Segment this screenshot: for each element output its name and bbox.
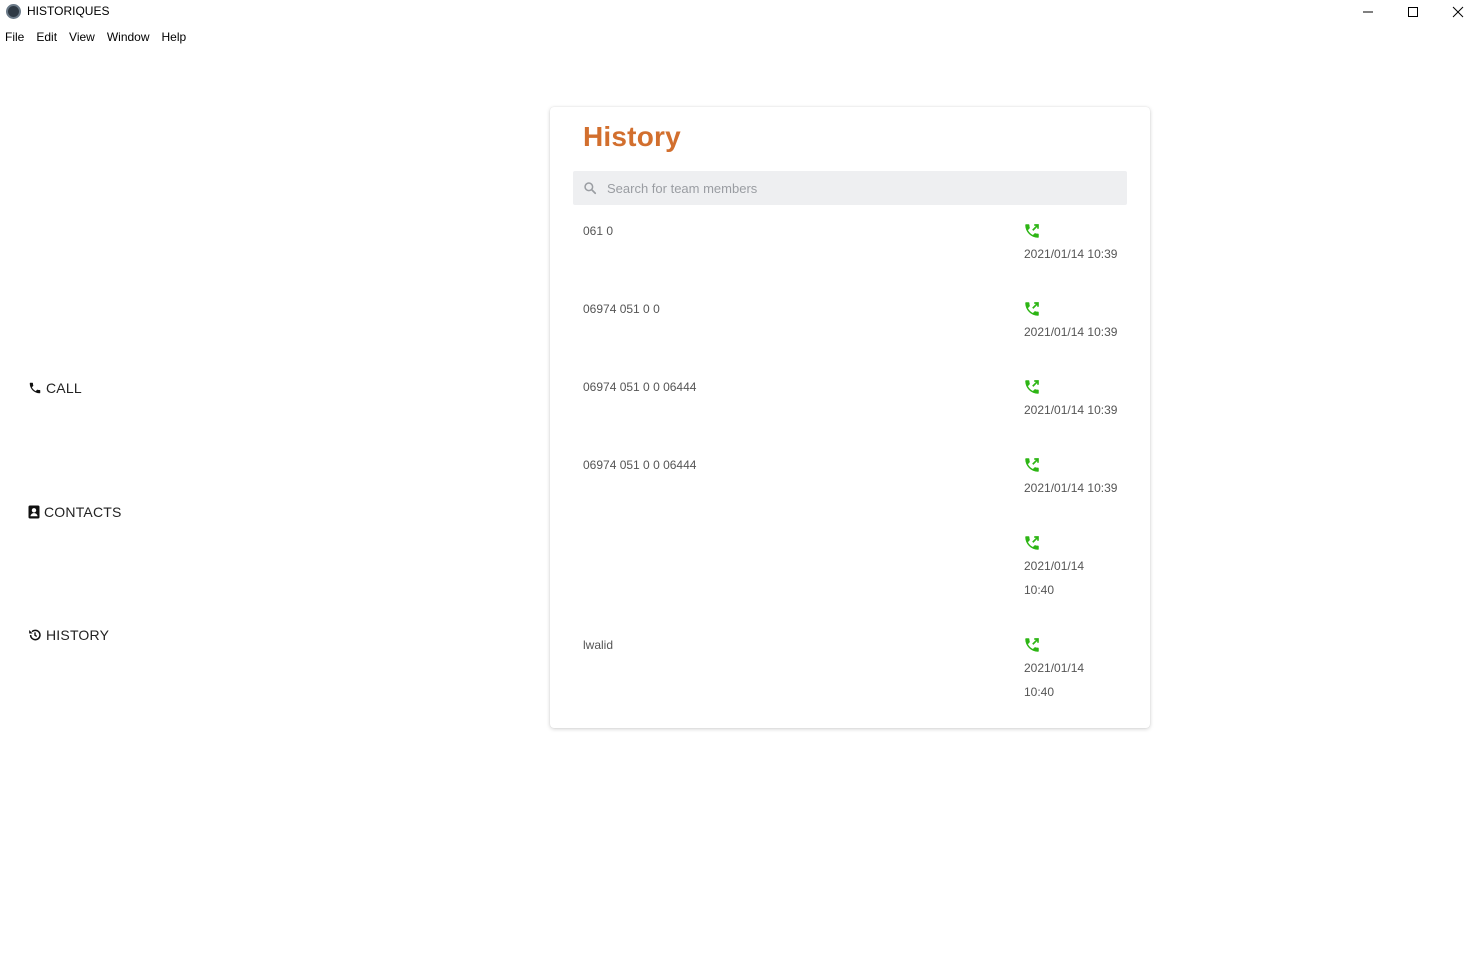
call-number: 06974 051 0 0 06444 [583, 458, 697, 472]
nav-history[interactable]: HISTORY [28, 627, 109, 643]
outgoing-call-icon [1025, 536, 1039, 550]
menu-edit[interactable]: Edit [30, 27, 63, 47]
outgoing-call-icon [1025, 224, 1039, 238]
outgoing-call-icon [1025, 380, 1039, 394]
search-input[interactable] [607, 180, 1087, 196]
call-number: 06974 051 0 0 06444 [583, 380, 697, 394]
menu-bar: File Edit View Window Help [0, 27, 192, 47]
menu-window[interactable]: Window [101, 27, 156, 47]
search-icon [584, 182, 597, 195]
app-logo-icon [6, 4, 21, 19]
call-datetime: 2021/01/14 10:39 [1024, 481, 1118, 495]
title-bar: HISTORIQUES [0, 0, 1475, 24]
maximize-button[interactable] [1390, 0, 1436, 24]
minimize-icon [1363, 11, 1373, 13]
nav-history-label: HISTORY [46, 627, 110, 643]
call-number: 06974 051 0 0 [583, 302, 660, 316]
call-datetime: 2021/01/14 10:40 [1024, 661, 1085, 699]
outgoing-call-icon [1025, 458, 1039, 472]
outgoing-call-icon [1025, 638, 1039, 652]
nav-call-label: CALL [46, 380, 82, 396]
close-icon [1452, 6, 1464, 18]
window-title: HISTORIQUES [27, 4, 110, 18]
menu-help[interactable]: Help [156, 27, 193, 47]
nav-contacts-label: CONTACTS [44, 504, 122, 520]
call-datetime: 2021/01/14 10:39 [1024, 403, 1118, 417]
phone-icon [29, 382, 41, 394]
call-datetime: 2021/01/14 10:39 [1024, 247, 1118, 261]
outgoing-call-icon [1025, 302, 1039, 316]
call-number: lwalid [583, 638, 614, 652]
nav-call[interactable]: CALL [28, 380, 82, 396]
page-title: History [583, 121, 681, 152]
minimize-button[interactable] [1345, 0, 1391, 24]
menu-view[interactable]: View [63, 27, 101, 47]
maximize-icon [1408, 7, 1418, 17]
history-card: History 061 0 2021/01/14 10:39 06974 051… [550, 107, 1150, 728]
contact-card-icon [28, 505, 40, 519]
call-datetime: 2021/01/14 10:39 [1024, 325, 1118, 339]
nav-contacts[interactable]: CONTACTS [28, 504, 122, 520]
close-button[interactable] [1435, 0, 1475, 24]
call-datetime: 2021/01/14 10:40 [1024, 559, 1085, 597]
menu-file[interactable]: File [0, 27, 30, 47]
call-number: 061 0 [583, 224, 614, 238]
search-bar[interactable] [573, 171, 1127, 205]
history-icon [29, 629, 41, 641]
